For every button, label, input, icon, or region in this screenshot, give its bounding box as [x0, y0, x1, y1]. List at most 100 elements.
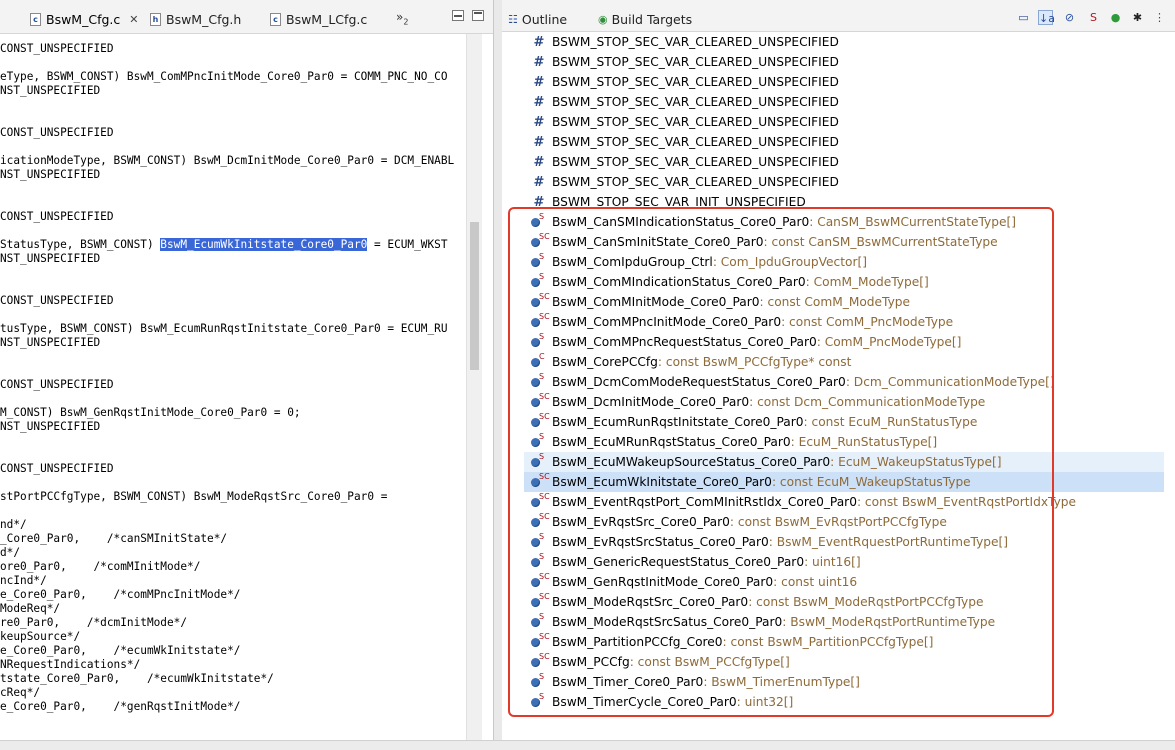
code-line[interactable]: icationModeType, BSWM_CONST) BswM_DcmIni…: [0, 154, 466, 168]
outline-variable-item[interactable]: SC BswM_DcmInitMode_Core0_Par0 : const Dc…: [524, 392, 1164, 412]
outline-variable-item[interactable]: S BswM_ComMIndicationStatus_Core0_Par0 : …: [524, 272, 1164, 292]
code-line[interactable]: [0, 280, 466, 294]
hide-includes-icon[interactable]: ✱: [1130, 10, 1145, 25]
outline-variable-item[interactable]: S BswM_TimerCycle_Core0_Par0 : uint32[]: [524, 692, 1164, 712]
code-line[interactable]: [0, 140, 466, 154]
selected-identifier[interactable]: BswM_EcumWkInitstate_Core0_Par0: [160, 238, 368, 251]
editor-scroll-thumb[interactable]: [470, 222, 479, 370]
code-line[interactable]: [0, 182, 466, 196]
outline-variable-item[interactable]: S BswM_ModeRqstSrcSatus_Core0_Par0 : BswM…: [524, 612, 1164, 632]
code-line[interactable]: [0, 112, 466, 126]
code-line[interactable]: CONST_UNSPECIFIED: [0, 294, 466, 308]
outline-variable-item[interactable]: SC BswM_EventRqstPort_ComMInitRstIdx_Core…: [524, 492, 1164, 512]
hide-non-public-icon[interactable]: ●: [1108, 10, 1123, 25]
code-editor[interactable]: CONST_UNSPECIFIED eType, BSWM_CONST) BswM…: [0, 42, 466, 714]
outline-variable-item[interactable]: SC BswM_CanSmInitState_Core0_Par0 : const…: [524, 232, 1164, 252]
code-line[interactable]: keupSource*/: [0, 630, 466, 644]
hide-fields-icon[interactable]: ⊘: [1062, 10, 1077, 25]
code-line[interactable]: [0, 308, 466, 322]
code-line[interactable]: NST_UNSPECIFIED: [0, 252, 466, 266]
code-line[interactable]: [0, 350, 466, 364]
code-line[interactable]: e_Core0_Par0, /*genRqstInitMode*/: [0, 700, 466, 714]
code-line[interactable]: [0, 56, 466, 70]
outline-variable-item[interactable]: SC BswM_ComMInitMode_Core0_Par0 : const C…: [524, 292, 1164, 312]
code-line[interactable]: nd*/: [0, 518, 466, 532]
tab-bswm-cfg-h[interactable]: h BswM_Cfg.h: [150, 8, 241, 30]
collapse-all-icon[interactable]: ▭: [1016, 10, 1031, 25]
code-line[interactable]: cReq*/: [0, 686, 466, 700]
code-line[interactable]: eType, BSWM_CONST) BswM_ComMPncInitMode_…: [0, 70, 466, 84]
code-line[interactable]: [0, 224, 466, 238]
outline-variable-item[interactable]: SC BswM_PartitionPCCfg_Core0 : const BswM…: [524, 632, 1164, 652]
view-menu-icon[interactable]: ⋮: [1152, 10, 1167, 25]
outline-macro-item[interactable]: # BSWM_STOP_SEC_VAR_CLEARED_UNSPECIFIED: [524, 112, 1164, 132]
outline-variable-item[interactable]: S BswM_CanSMIndicationStatus_Core0_Par0 :…: [524, 212, 1164, 232]
code-line[interactable]: e_Core0_Par0, /*comMPncInitMode*/: [0, 588, 466, 602]
code-line[interactable]: ore0_Par0, /*comMInitMode*/: [0, 560, 466, 574]
code-line[interactable]: _Core0_Par0, /*canSMInitState*/: [0, 532, 466, 546]
minimize-button[interactable]: [452, 10, 464, 21]
outline-variable-item[interactable]: SC BswM_EcumRunRqstInitstate_Core0_Par0 :…: [524, 412, 1164, 432]
outline-variable-item[interactable]: S BswM_ComIpduGroup_Ctrl : Com_IpduGroupV…: [524, 252, 1164, 272]
code-line[interactable]: ncInd*/: [0, 574, 466, 588]
tab-outline[interactable]: ☷ Outline: [508, 9, 567, 29]
outline-macro-item[interactable]: # BSWM_STOP_SEC_VAR_INIT_UNSPECIFIED: [524, 192, 1164, 212]
code-line[interactable]: CONST_UNSPECIFIED: [0, 210, 466, 224]
code-line[interactable]: [0, 266, 466, 280]
code-line[interactable]: [0, 434, 466, 448]
code-line[interactable]: ModeReq*/: [0, 602, 466, 616]
code-line[interactable]: tstate_Core0_Par0, /*ecumWkInitstate*/: [0, 672, 466, 686]
outline-variable-item[interactable]: S BswM_EcuMWakeupSourceStatus_Core0_Par0 …: [524, 452, 1164, 472]
code-line[interactable]: NST_UNSPECIFIED: [0, 84, 466, 98]
code-line[interactable]: CONST_UNSPECIFIED: [0, 378, 466, 392]
outline-macro-item[interactable]: # BSWM_STOP_SEC_VAR_CLEARED_UNSPECIFIED: [524, 152, 1164, 172]
tab-build-targets[interactable]: ◉ Build Targets: [598, 9, 692, 29]
outline-variable-item[interactable]: C BswM_CorePCCfg : const BswM_PCCfgType* …: [524, 352, 1164, 372]
outline-variable-item[interactable]: SC BswM_ComMPncInitMode_Core0_Par0 : cons…: [524, 312, 1164, 332]
code-line[interactable]: tusType, BSWM_CONST) BswM_EcumRunRqstIni…: [0, 322, 466, 336]
code-line[interactable]: stPortPCCfgType, BSWM_CONST) BswM_ModeRq…: [0, 490, 466, 504]
outline-macro-item[interactable]: # BSWM_STOP_SEC_VAR_CLEARED_UNSPECIFIED: [524, 32, 1164, 52]
outline-variable-item[interactable]: S BswM_EcuMRunRqstStatus_Core0_Par0 : Ecu…: [524, 432, 1164, 452]
code-line[interactable]: [0, 196, 466, 210]
code-line[interactable]: NST_UNSPECIFIED: [0, 420, 466, 434]
outline-variable-item[interactable]: S BswM_DcmComModeRequestStatus_Core0_Par0…: [524, 372, 1164, 392]
code-line[interactable]: NST_UNSPECIFIED: [0, 336, 466, 350]
close-icon[interactable]: ✕: [129, 13, 138, 26]
outline-variable-item[interactable]: S BswM_EvRqstSrcStatus_Core0_Par0 : BswM_…: [524, 532, 1164, 552]
sort-az-icon[interactable]: ↓a: [1038, 10, 1055, 25]
outline-macro-item[interactable]: # BSWM_STOP_SEC_VAR_CLEARED_UNSPECIFIED: [524, 72, 1164, 92]
outline-macro-item[interactable]: # BSWM_STOP_SEC_VAR_CLEARED_UNSPECIFIED: [524, 132, 1164, 152]
code-line[interactable]: [0, 98, 466, 112]
code-line[interactable]: NRequestIndications*/: [0, 658, 466, 672]
code-line[interactable]: [0, 504, 466, 518]
code-line[interactable]: d*/: [0, 546, 466, 560]
code-line[interactable]: M_CONST) BswM_GenRqstInitMode_Core0_Par0…: [0, 406, 466, 420]
code-line[interactable]: CONST_UNSPECIFIED: [0, 462, 466, 476]
code-line[interactable]: NST_UNSPECIFIED: [0, 168, 466, 182]
tab-bswm-lcfg-c[interactable]: c BswM_LCfg.c: [270, 8, 367, 30]
outline-variable-item[interactable]: S BswM_GenericRequestStatus_Core0_Par0 : …: [524, 552, 1164, 572]
pane-splitter[interactable]: [494, 0, 502, 740]
outline-variable-item[interactable]: SC BswM_ModeRqstSrc_Core0_Par0 : const Bs…: [524, 592, 1164, 612]
tab-bswm-cfg-c[interactable]: c BswM_Cfg.c ✕: [30, 8, 138, 30]
outline-macro-item[interactable]: # BSWM_STOP_SEC_VAR_CLEARED_UNSPECIFIED: [524, 52, 1164, 72]
outline-variable-item[interactable]: S BswM_ComMPncRequestStatus_Core0_Par0 : …: [524, 332, 1164, 352]
code-line[interactable]: CONST_UNSPECIFIED: [0, 42, 466, 56]
hide-static-icon[interactable]: S: [1086, 10, 1101, 25]
tab-overflow-button[interactable]: »2: [396, 10, 408, 26]
editor-vertical-scrollbar[interactable]: [466, 34, 482, 740]
outline-macro-item[interactable]: # BSWM_STOP_SEC_VAR_CLEARED_UNSPECIFIED: [524, 172, 1164, 192]
outline-macro-item[interactable]: # BSWM_STOP_SEC_VAR_CLEARED_UNSPECIFIED: [524, 92, 1164, 112]
code-line[interactable]: [0, 448, 466, 462]
outline-variable-item[interactable]: SC BswM_EvRqstSrc_Core0_Par0 : const BswM…: [524, 512, 1164, 532]
outline-variable-item[interactable]: S BswM_Timer_Core0_Par0 : BswM_TimerEnumT…: [524, 672, 1164, 692]
maximize-button[interactable]: [472, 10, 484, 21]
outline-variable-item[interactable]: SC BswM_PCCfg : const BswM_PCCfgType[]: [524, 652, 1164, 672]
code-line[interactable]: re0_Par0, /*dcmInitMode*/: [0, 616, 466, 630]
code-line[interactable]: CONST_UNSPECIFIED: [0, 126, 466, 140]
outline-variable-item[interactable]: SC BswM_EcumWkInitstate_Core0_Par0 : cons…: [524, 472, 1164, 492]
code-line[interactable]: [0, 476, 466, 490]
code-line-selected[interactable]: StatusType, BSWM_CONST) BswM_EcumWkInits…: [0, 238, 466, 252]
outline-variable-item[interactable]: SC BswM_GenRqstInitMode_Core0_Par0 : cons…: [524, 572, 1164, 592]
